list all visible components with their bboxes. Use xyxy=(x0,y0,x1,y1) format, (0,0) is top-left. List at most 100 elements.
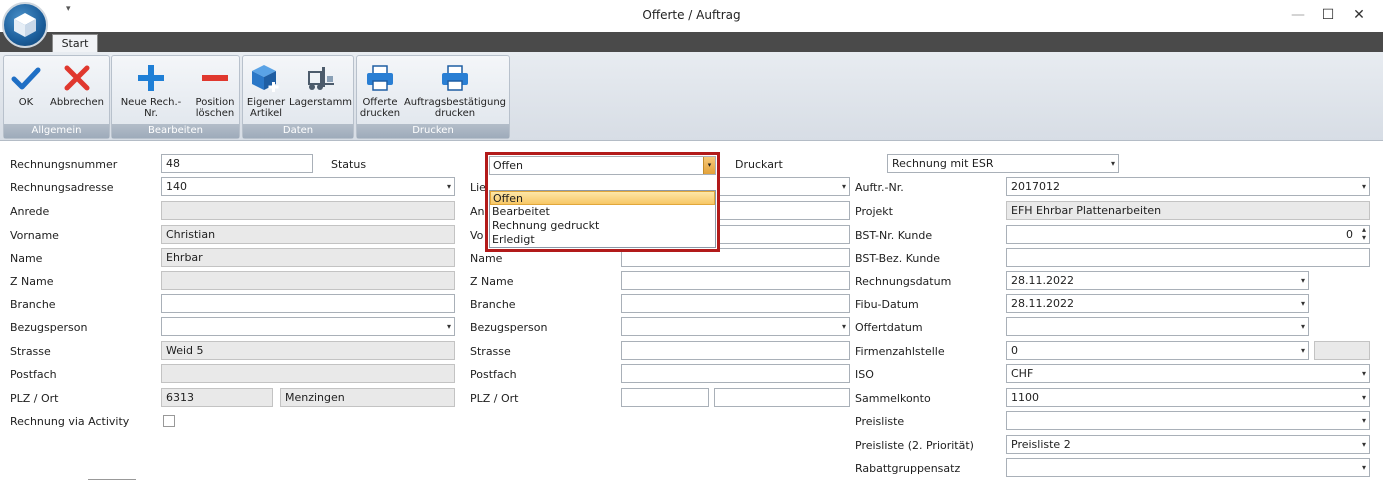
firmenzahlstelle-select[interactable]: 0 ▾ xyxy=(1006,341,1309,360)
chevron-down-icon: ▾ xyxy=(1300,322,1305,331)
anrede-label: Anrede xyxy=(10,205,50,218)
ribbon-group-label: Daten xyxy=(243,124,353,138)
name-field: Ehrbar xyxy=(161,248,455,267)
status-options-list: Offen Bearbeitet Rechnung gedruckt Erled… xyxy=(489,190,716,248)
name-label: Name xyxy=(10,252,43,265)
status-select[interactable]: Offen ▾ xyxy=(489,156,716,175)
auftr-nr-select[interactable]: 2017012 ▾ xyxy=(1006,177,1370,196)
bst-nr-kunde-label: BST-Nr. Kunde xyxy=(855,229,933,242)
offertdatum-picker[interactable]: ▾ xyxy=(1006,317,1309,336)
postfach-field xyxy=(161,364,455,383)
rabattgruppensatz-select[interactable]: ▾ xyxy=(1006,458,1370,477)
druckart-label: Druckart xyxy=(735,158,783,171)
vorname-field: Christian xyxy=(161,225,455,244)
close-button[interactable]: ✕ xyxy=(1345,4,1373,26)
iso-select[interactable]: CHF ▾ xyxy=(1006,364,1370,383)
preisliste-label: Preisliste xyxy=(855,415,905,428)
auftragsbestaetigung-drucken-button[interactable]: Auftragsbestätigung drucken xyxy=(403,58,507,124)
cancel-x-icon xyxy=(64,65,90,91)
chevron-down-icon: ▾ xyxy=(446,182,451,191)
bst-bez-kunde-field[interactable] xyxy=(1006,248,1370,267)
ribbon-group-bearbeiten: Neue Rech.-Nr. Position löschen Bearbeite… xyxy=(111,55,240,139)
rechnungsadresse-label: Rechnungsadresse xyxy=(10,181,114,194)
chevron-down-icon: ▾ xyxy=(1110,159,1115,168)
abbrechen-button[interactable]: Abbrechen xyxy=(48,58,106,124)
bst-nr-kunde-spinner[interactable]: 0 ▴ ▾ xyxy=(1006,225,1370,244)
plz-ort-label: PLZ / Ort xyxy=(10,392,59,405)
chevron-down-icon: ▾ xyxy=(1300,276,1305,285)
strasse-field-2[interactable] xyxy=(621,341,850,360)
chevron-down-icon: ▾ xyxy=(841,182,846,191)
preisliste-2-select[interactable]: Preisliste 2 ▾ xyxy=(1006,435,1370,454)
rechnungsadresse-select[interactable]: 140 ▾ xyxy=(161,177,455,196)
vorname-label-2: Vo xyxy=(470,229,484,242)
ribbon-group-allgemein: OK Abbrechen Allgemein xyxy=(3,55,110,139)
z-name-label: Z Name xyxy=(10,275,54,288)
application-menu-orb[interactable] xyxy=(2,2,48,48)
ort-field-2[interactable] xyxy=(714,388,850,407)
postfach-label-2: Postfach xyxy=(470,368,517,381)
rechnung-via-activity-checkbox[interactable] xyxy=(163,415,175,427)
ok-button[interactable]: OK xyxy=(8,58,44,124)
rechnungsnummer-field[interactable]: 48 xyxy=(161,154,313,173)
fibu-datum-picker[interactable]: 28.11.2022 ▾ xyxy=(1006,294,1309,313)
preisliste-select[interactable]: ▾ xyxy=(1006,411,1370,430)
chevron-down-icon[interactable]: ▾ xyxy=(703,157,715,174)
status-option-rechnung-gedruckt[interactable]: Rechnung gedruckt xyxy=(490,219,715,233)
forklift-icon xyxy=(308,67,334,90)
spinner-arrows-icon[interactable]: ▴ ▾ xyxy=(1362,226,1366,242)
rechnungsnummer-label: Rechnungsnummer xyxy=(10,158,118,171)
bezugsperson-select-2[interactable]: ▾ xyxy=(621,317,850,336)
auftr-nr-label: Auftr.-Nr. xyxy=(855,181,904,194)
status-option-offen[interactable]: Offen xyxy=(490,191,715,205)
firmenzahlstelle-label: Firmenzahlstelle xyxy=(855,345,945,358)
position-loeschen-button[interactable]: Position löschen xyxy=(192,58,238,124)
chevron-down-icon: ▾ xyxy=(1361,393,1366,402)
projekt-label: Projekt xyxy=(855,205,893,218)
sammelkonto-select[interactable]: 1100 ▾ xyxy=(1006,388,1370,407)
tab-start[interactable]: Start xyxy=(52,34,98,54)
sammelkonto-label: Sammelkonto xyxy=(855,392,931,405)
anrede-label-2: An xyxy=(470,205,485,218)
maximize-button[interactable]: ☐ xyxy=(1314,4,1342,26)
bezugsperson-select[interactable]: ▾ xyxy=(161,317,455,336)
ribbon-group-daten: Eigener Artikel Lagerstamm Daten xyxy=(242,55,354,139)
branche-field-2[interactable] xyxy=(621,294,850,313)
postfach-label: Postfach xyxy=(10,368,57,381)
postfach-field-2[interactable] xyxy=(621,364,850,383)
eigener-artikel-button[interactable]: Eigener Artikel xyxy=(245,58,287,124)
status-label: Status xyxy=(331,158,367,171)
rechnung-via-activity-label: Rechnung via Activity xyxy=(10,415,130,428)
printer-icon xyxy=(442,65,468,91)
cube-icon xyxy=(14,13,36,37)
offerte-drucken-button[interactable]: Offerte drucken xyxy=(359,58,401,124)
chevron-down-icon: ▾ xyxy=(1300,346,1305,355)
strasse-label: Strasse xyxy=(10,345,51,358)
lagerstamm-button[interactable]: Lagerstamm xyxy=(289,58,352,124)
status-option-bearbeitet[interactable]: Bearbeitet xyxy=(490,205,715,219)
vorname-label: Vorname xyxy=(10,229,59,242)
ort-field: Menzingen xyxy=(280,388,455,407)
branche-label-2: Branche xyxy=(470,298,516,311)
lieferadresse-label: Lie xyxy=(470,181,486,194)
z-name-field-2[interactable] xyxy=(621,271,850,290)
minimize-button[interactable]: — xyxy=(1284,4,1312,26)
ribbon: OK Abbrechen Allgemein Neue Rech.-Nr. Po… xyxy=(0,52,1383,141)
bezugsperson-label-2: Bezugsperson xyxy=(470,321,548,334)
rechnungsdatum-picker[interactable]: 28.11.2022 ▾ xyxy=(1006,271,1309,290)
chevron-down-icon: ▾ xyxy=(1300,299,1305,308)
rabattgruppensatz-label: Rabattgruppensatz xyxy=(855,462,961,475)
chevron-down-icon: ▾ xyxy=(1361,463,1366,472)
status-option-erledigt[interactable]: Erledigt xyxy=(490,233,715,247)
ribbon-group-label: Drucken xyxy=(357,124,509,138)
rechnungsdatum-label: Rechnungsdatum xyxy=(855,275,952,288)
ribbon-tab-strip: Start xyxy=(0,32,1383,54)
plz-field-2[interactable] xyxy=(621,388,709,407)
minus-icon xyxy=(202,75,228,81)
branche-field[interactable] xyxy=(161,294,455,313)
strasse-field: Weid 5 xyxy=(161,341,455,360)
neue-rech-nr-button[interactable]: Neue Rech.-Nr. xyxy=(115,58,187,124)
plz-ort-label-2: PLZ / Ort xyxy=(470,392,519,405)
druckart-select[interactable]: Rechnung mit ESR ▾ xyxy=(887,154,1119,173)
plz-field: 6313 xyxy=(161,388,273,407)
